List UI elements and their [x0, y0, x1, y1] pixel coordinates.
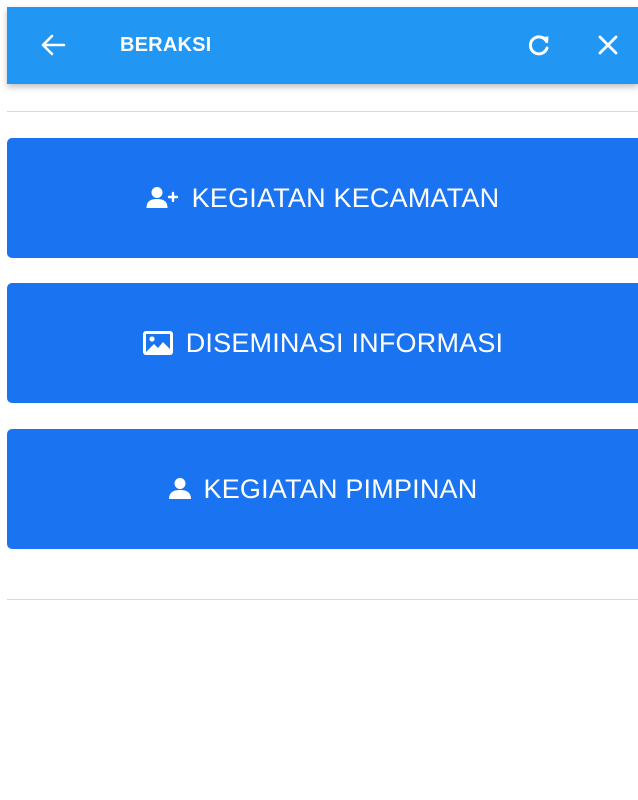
refresh-icon: [528, 35, 549, 56]
top-divider: [7, 111, 638, 112]
refresh-button[interactable]: [523, 29, 555, 61]
bottom-divider: [7, 599, 638, 600]
diseminasi-informasi-button[interactable]: DISEMINASI INFORMASI: [7, 283, 638, 403]
kegiatan-kecamatan-label: KEGIATAN KECAMATAN: [191, 182, 500, 213]
image-icon: [142, 330, 174, 356]
back-button[interactable]: [37, 29, 69, 61]
arrow-left-icon: [41, 34, 66, 56]
app-title: BERAKSI: [120, 34, 212, 56]
user-icon: [168, 477, 192, 501]
diseminasi-informasi-label: DISEMINASI INFORMASI: [185, 327, 504, 358]
app-bar: BERAKSI: [7, 7, 638, 84]
kegiatan-pimpinan-button[interactable]: KEGIATAN PIMPINAN: [7, 429, 638, 549]
user-plus-icon: [146, 186, 180, 210]
kegiatan-pimpinan-label: KEGIATAN PIMPINAN: [203, 473, 478, 504]
close-button[interactable]: [592, 29, 624, 61]
kegiatan-kecamatan-button[interactable]: KEGIATAN KECAMATAN: [7, 138, 638, 258]
close-icon: [598, 35, 618, 55]
